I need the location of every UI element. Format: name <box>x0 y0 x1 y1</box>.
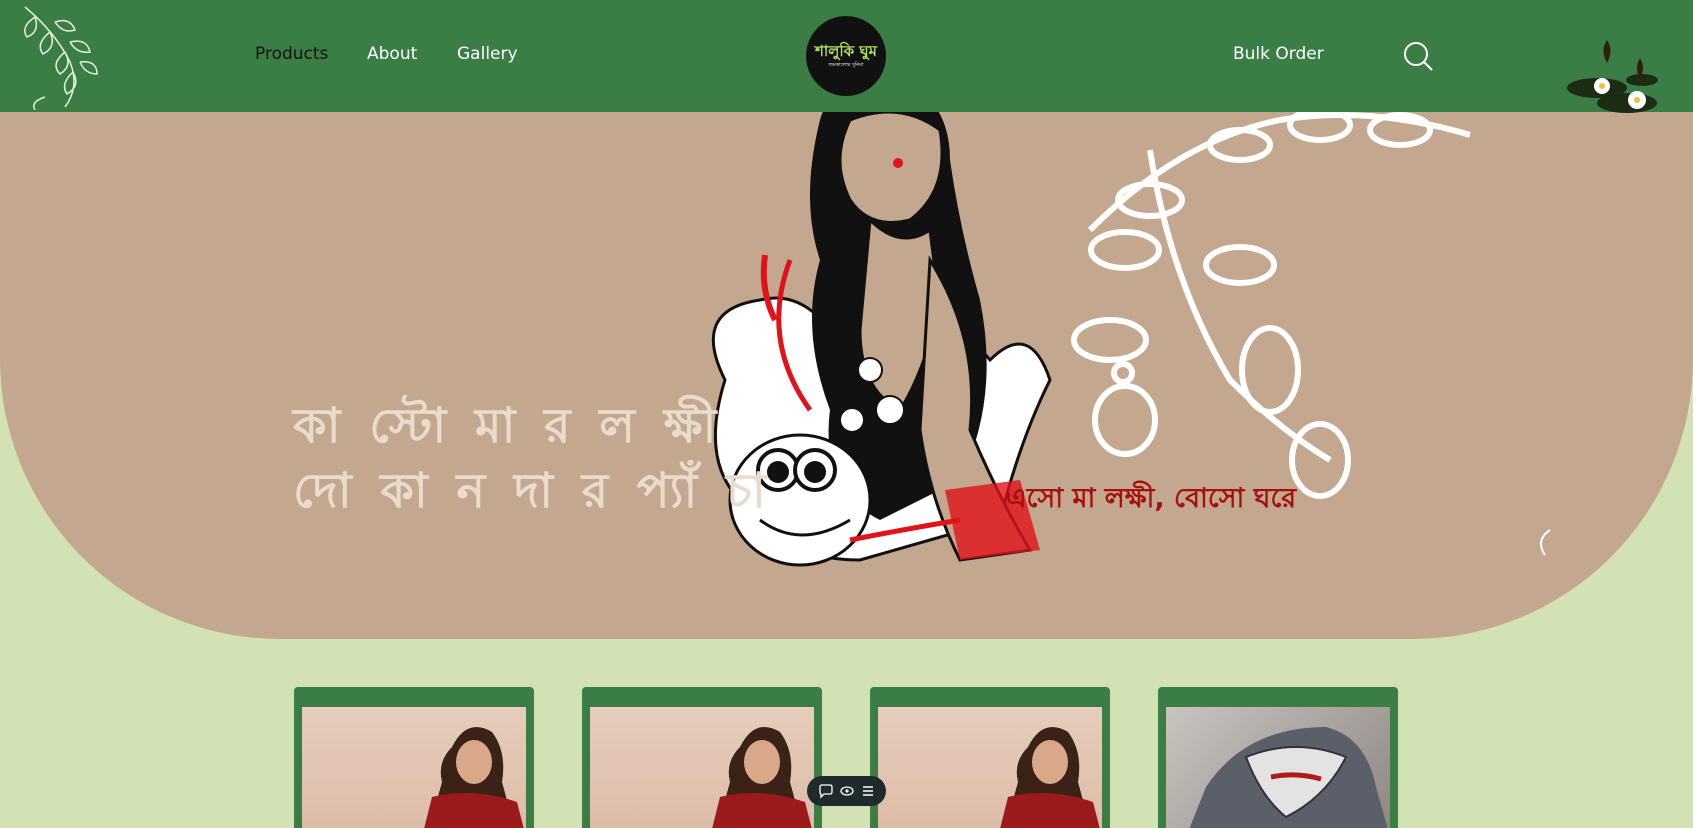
hero-title-line2: দো কা ন দা র প্যাঁ চা <box>293 463 772 519</box>
search-icon[interactable] <box>1402 40 1434 72</box>
menu-icon[interactable] <box>860 783 876 799</box>
product-image[interactable] <box>302 707 526 828</box>
product-card[interactable] <box>1158 687 1398 828</box>
nav-products[interactable]: Products <box>255 44 328 64</box>
nav-bulk-order[interactable]: Bulk Order <box>1233 44 1324 64</box>
site-logo[interactable]: শালুকি ঘুম জমকালোর দুনিয়া <box>806 16 886 96</box>
hero-tagline: এসো মা লক্ষী, বোসো ঘরে <box>1006 483 1297 514</box>
product-image[interactable] <box>1166 707 1390 828</box>
product-card[interactable] <box>294 687 534 828</box>
hero-decor <box>711 80 1551 567</box>
nav-about[interactable]: About <box>367 44 417 64</box>
product-card[interactable] <box>582 687 822 828</box>
lotus-pond-decor-right <box>1567 40 1658 113</box>
nav-gallery[interactable]: Gallery <box>457 44 518 64</box>
product-card[interactable] <box>870 687 1110 828</box>
chat-icon[interactable] <box>818 783 834 799</box>
hero-banner: কা স্টো মা র ল ক্ষী দো কা ন দা র প্যাঁ চ… <box>0 80 1693 639</box>
leaf-branch-decor-left <box>24 6 98 110</box>
site-header: Products About Gallery শালুকি ঘুম জমকালো… <box>0 0 1693 113</box>
logo-subtext: জমকালোর দুনিয়া <box>828 61 864 68</box>
product-image[interactable] <box>590 707 814 828</box>
floating-toolbar <box>807 776 886 806</box>
alpana-branch-decor <box>1071 107 1471 499</box>
product-image[interactable] <box>878 707 1102 828</box>
eye-icon[interactable] <box>839 783 855 799</box>
logo-text: শালুকি ঘুম <box>814 41 877 60</box>
